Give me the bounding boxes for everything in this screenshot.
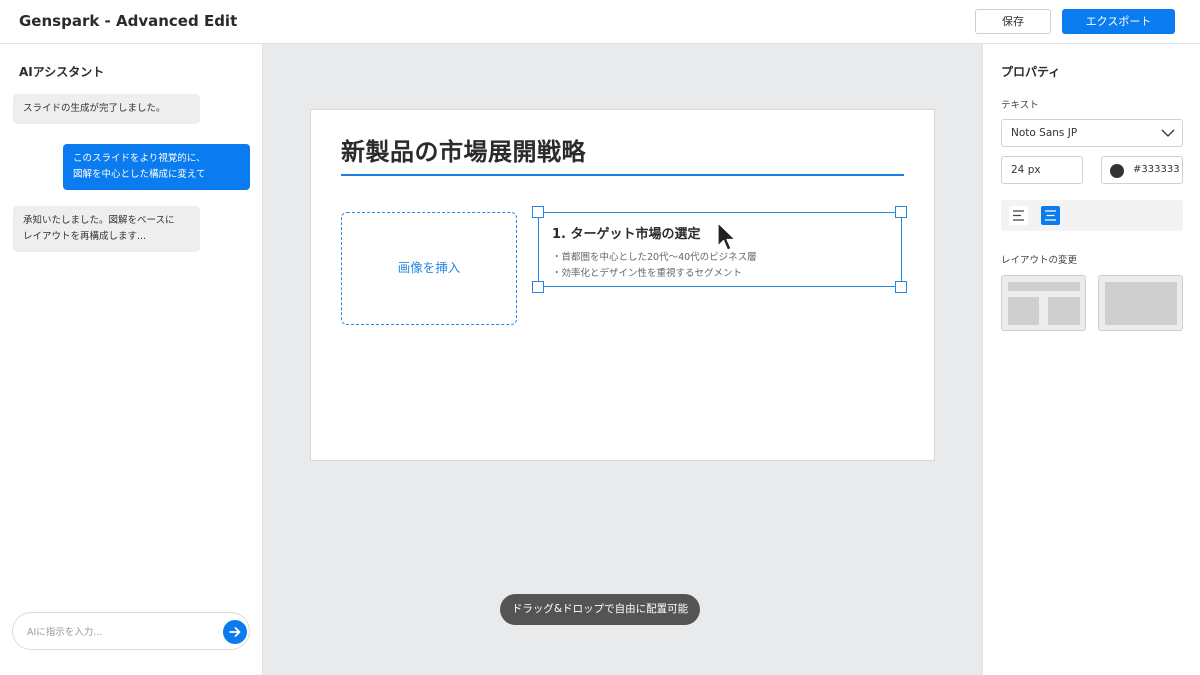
chat-input-container: [12, 612, 250, 650]
chevron-down-icon: [1161, 129, 1175, 137]
color-field[interactable]: #333333: [1101, 156, 1183, 184]
properties-panel: プロパティ テキスト Noto Sans JP 24 px #333333 レイ…: [982, 44, 1200, 675]
align-center-icon: [1045, 210, 1056, 221]
color-swatch[interactable]: [1110, 164, 1124, 178]
layout-split-thumbnail: [1008, 282, 1080, 325]
send-button[interactable]: [223, 620, 247, 644]
layout-full-thumbnail: [1105, 282, 1177, 325]
app-title: Genspark - Advanced Edit: [19, 12, 238, 30]
bullet-item[interactable]: ・効率化とデザイン性を重視するセグメント: [552, 265, 742, 279]
message-line: レイアウトを再構成します...: [23, 231, 147, 242]
layout-option-split[interactable]: [1001, 275, 1086, 331]
font-size-field[interactable]: 24 px: [1001, 156, 1083, 184]
align-center-button[interactable]: [1041, 206, 1060, 225]
text-section-label: テキスト: [1001, 100, 1039, 111]
message-line: このスライドをより視覚的に、: [73, 153, 206, 164]
align-left-icon: [1013, 210, 1024, 221]
chat-input[interactable]: [27, 623, 217, 641]
text-box-heading[interactable]: 1. ターゲット市場の選定: [552, 223, 701, 242]
image-placeholder[interactable]: 画像を挿入: [341, 212, 517, 325]
message-line: 図解を中心とした構成に変えて: [73, 169, 206, 180]
export-button[interactable]: エクスポート: [1062, 9, 1175, 34]
message-line: スライドの生成が完了しました。: [23, 103, 166, 114]
drag-drop-hint: ドラッグ&ドロップで自由に配置可能: [500, 594, 700, 625]
ai-assistant-panel: AIアシスタント スライドの生成が完了しました。 このスライドをより視覚的に、 …: [0, 44, 263, 675]
top-bar: Genspark - Advanced Edit 保存 エクスポート: [0, 0, 1200, 44]
font-select[interactable]: Noto Sans JP: [1001, 119, 1183, 147]
align-left-button[interactable]: [1009, 206, 1028, 225]
slide-title[interactable]: 新製品の市場展開戦略: [341, 132, 586, 167]
mouse-cursor-icon: [717, 222, 736, 251]
message-line: 承知いたしました。図解をベースに: [23, 215, 175, 226]
assistant-title: AIアシスタント: [19, 65, 105, 79]
resize-handle-bottom-left[interactable]: [532, 281, 544, 293]
alignment-toolbar: [1001, 200, 1183, 231]
font-value: Noto Sans JP: [1011, 127, 1078, 139]
ai-message: スライドの生成が完了しました。: [13, 94, 200, 124]
slide[interactable]: 新製品の市場展開戦略 画像を挿入 1. ターゲット市場の選定 ・首都圏を中心とし…: [310, 109, 935, 461]
save-button[interactable]: 保存: [975, 9, 1051, 34]
resize-handle-top-right[interactable]: [895, 206, 907, 218]
slide-canvas: 新製品の市場展開戦略 画像を挿入 1. ターゲット市場の選定 ・首都圏を中心とし…: [263, 44, 982, 675]
title-underline: [341, 174, 904, 176]
properties-title: プロパティ: [1001, 65, 1061, 79]
color-hex: #333333: [1133, 164, 1180, 175]
arrow-right-icon: [229, 627, 241, 637]
layout-section-label: レイアウトの変更: [1001, 255, 1078, 266]
ai-message: 承知いたしました。図解をベースに レイアウトを再構成します...: [13, 206, 200, 252]
resize-handle-bottom-right[interactable]: [895, 281, 907, 293]
resize-handle-top-left[interactable]: [532, 206, 544, 218]
user-message: このスライドをより視覚的に、 図解を中心とした構成に変えて: [63, 144, 250, 190]
layout-option-full[interactable]: [1098, 275, 1183, 331]
